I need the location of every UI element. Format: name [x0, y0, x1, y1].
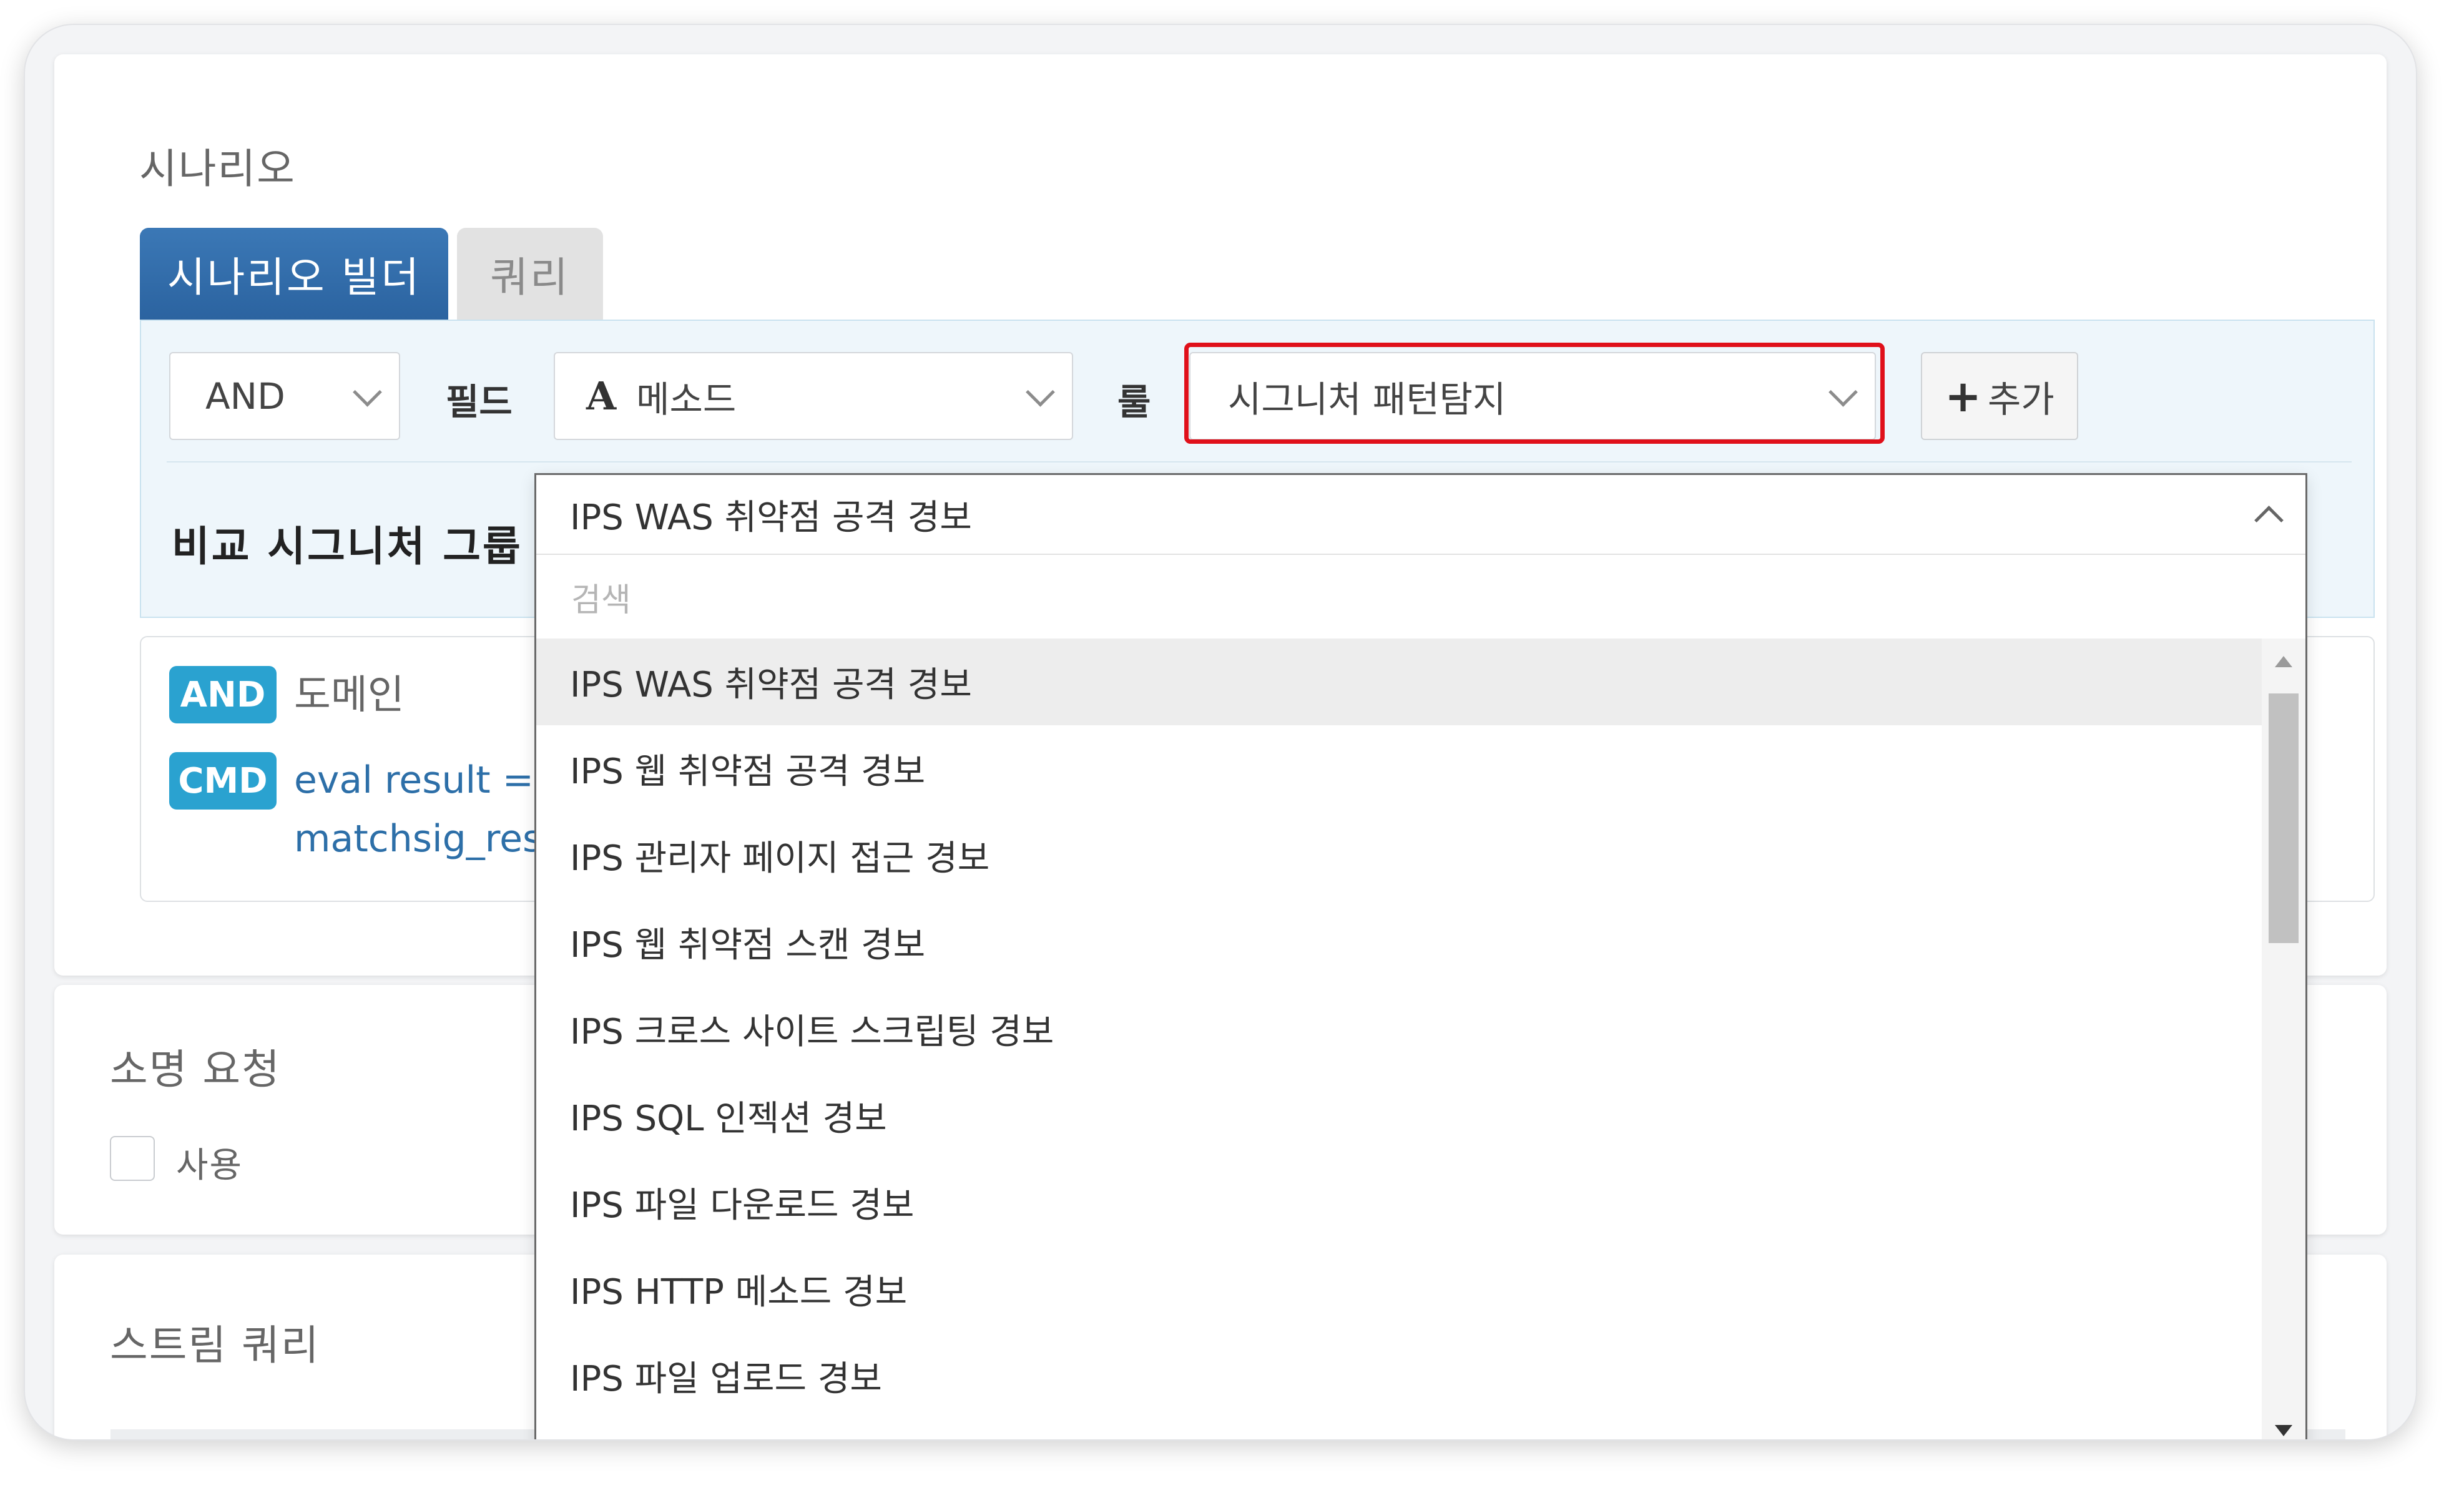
- signature-group-dropdown: IPS WAS 취약점 공격 경보 검색 IPS WAS 취약점 공격 경보 I…: [534, 473, 2307, 1439]
- chevron-up-icon: [2254, 506, 2284, 535]
- stream-query-title: 스트림 쿼리: [110, 1321, 320, 1369]
- logic-badge: AND: [169, 666, 277, 723]
- dropdown-search-input[interactable]: 검색: [536, 555, 2305, 639]
- add-button-label: 추가: [1987, 378, 2054, 421]
- cmd-badge: CMD: [169, 752, 277, 810]
- field-label: 필드: [446, 381, 513, 423]
- dropdown-option[interactable]: IPS 파일 업로드 경보: [536, 1333, 2265, 1419]
- rule-select-value: 시그니처 패턴탐지: [1228, 378, 1506, 421]
- signature-group-value: IPS WAS 취약점 공격 경보: [570, 497, 972, 538]
- summons-title: 소명 요청: [110, 1045, 281, 1094]
- builder-divider: [167, 461, 2352, 463]
- window-frame: 시나리오 시나리오 빌더 쿼리 AND 필드 A 메소드 룰 시그니처 패턴탐지…: [24, 24, 2417, 1441]
- scroll-down-icon[interactable]: [2275, 1425, 2292, 1436]
- rule-label: 룰: [1117, 381, 1151, 423]
- logic-select[interactable]: AND: [169, 352, 400, 440]
- rule-select[interactable]: 시그니처 패턴탐지: [1189, 352, 1876, 440]
- chevron-down-icon: [1828, 377, 1858, 407]
- dropdown-option[interactable]: IPS 웹 취약점 공격 경보: [536, 725, 2265, 812]
- tab-scenario-builder[interactable]: 시나리오 빌더: [140, 228, 448, 320]
- chevron-down-icon: [1026, 377, 1055, 407]
- use-checkbox[interactable]: [110, 1136, 155, 1181]
- dropdown-option[interactable]: IPS WAS 취약점 공격 경보: [536, 639, 2265, 725]
- use-checkbox-label[interactable]: 사용: [176, 1137, 243, 1188]
- dropdown-option[interactable]: IPS 웹 취약점 스캔 경보: [536, 899, 2265, 986]
- plus-icon: +: [1945, 370, 1981, 422]
- scenario-title: 시나리오: [139, 145, 296, 193]
- field-select-value: 메소드: [636, 378, 737, 421]
- logic-rule-text: 도메인: [294, 672, 405, 718]
- dropdown-options: IPS WAS 취약점 공격 경보 IPS 웹 취약점 공격 경보 IPS 관리…: [536, 639, 2265, 1419]
- tab-query[interactable]: 쿼리: [457, 228, 603, 320]
- signature-group-label: 비교 시그니처 그룹: [172, 522, 523, 570]
- add-button[interactable]: + 추가: [1921, 352, 2078, 440]
- text-type-icon: A: [586, 373, 617, 419]
- chevron-down-icon: [353, 377, 382, 407]
- scrollbar-thumb[interactable]: [2269, 693, 2299, 943]
- logic-select-value: AND: [205, 374, 285, 418]
- scroll-up-icon[interactable]: [2275, 656, 2292, 667]
- dropdown-option[interactable]: IPS SQL 인젝션 경보: [536, 1072, 2265, 1159]
- dropdown-option[interactable]: IPS HTTP 메소드 경보: [536, 1246, 2265, 1333]
- dropdown-option[interactable]: IPS 관리자 페이지 접근 경보: [536, 812, 2265, 899]
- signature-group-select[interactable]: IPS WAS 취약점 공격 경보: [536, 475, 2305, 555]
- dropdown-option[interactable]: IPS 파일 다운로드 경보: [536, 1159, 2265, 1246]
- dropdown-scrollbar[interactable]: [2262, 639, 2305, 1439]
- dropdown-option[interactable]: IPS 크로스 사이트 스크립팅 경보: [536, 986, 2265, 1072]
- field-select[interactable]: A 메소드: [554, 352, 1073, 440]
